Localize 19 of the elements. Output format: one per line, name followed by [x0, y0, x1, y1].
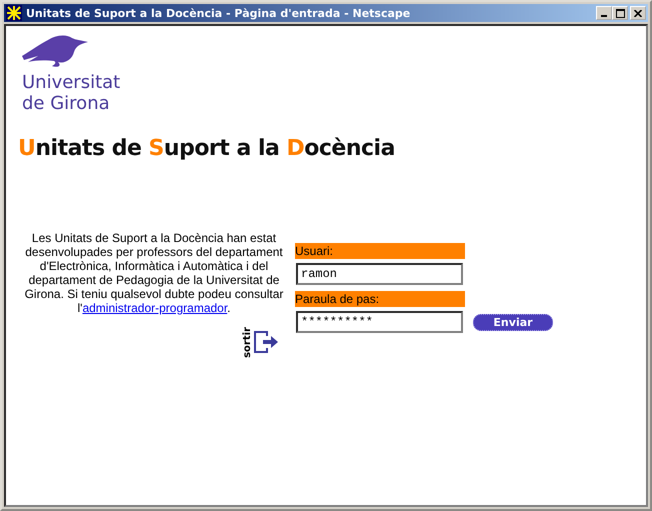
exit-icon: [254, 331, 280, 354]
password-field[interactable]: **********: [296, 311, 463, 333]
intro-paragraph: Les Unitats de Suport a la Docència han estat desenvolupades per professors del departament d'Electrònica, Informàtica i Automàtica i del departament de Pedagogia de la Universitat de Girona. Si teniu qualsevol dubte podeu consultar l'administrador-programador.: [24, 231, 284, 315]
university-name: de Girona: [22, 93, 110, 114]
minimize-button[interactable]: [596, 6, 612, 20]
password-label: Paraula de pas:: [295, 291, 465, 307]
admin-link[interactable]: administrador-programador: [82, 301, 228, 315]
close-icon: [634, 10, 642, 16]
page-heading: Unitats de Suport a la Docència: [18, 136, 395, 161]
exit-link[interactable]: sortir: [242, 327, 280, 358]
maximize-icon: [616, 8, 624, 18]
window-title: Unitats de Suport a la Docència - Pàgina d'entrada - Netscape: [26, 6, 412, 20]
netscape-icon: [6, 5, 22, 21]
username-label: Usuari:: [295, 243, 465, 259]
close-button[interactable]: [630, 6, 646, 20]
submit-button[interactable]: Enviar: [473, 314, 553, 330]
username-field[interactable]: ramon: [296, 263, 463, 285]
university-name: Universitat: [22, 72, 120, 93]
maximize-button[interactable]: [612, 6, 628, 20]
